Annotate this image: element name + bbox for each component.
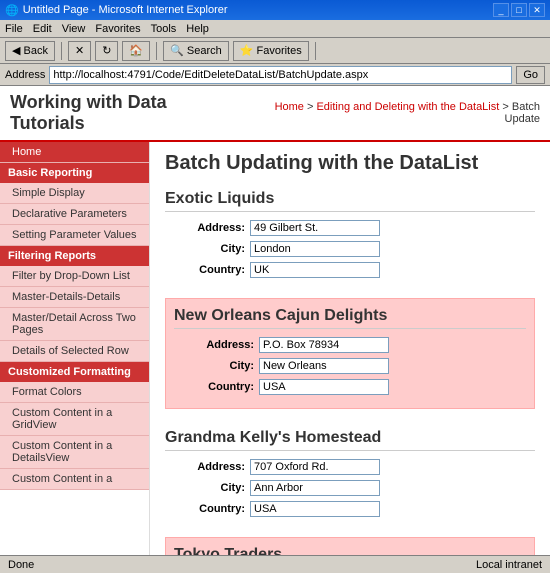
address-input-1[interactable]: [259, 337, 389, 353]
page-header: Working with Data Tutorials Home > Editi…: [0, 86, 550, 142]
address-input-2[interactable]: [250, 459, 380, 475]
address-row-2: Address:: [165, 459, 535, 475]
sidebar-section-customized-formatting: Customized Formatting: [0, 362, 149, 382]
page-body: Home Basic Reporting Simple Display Decl…: [0, 142, 550, 555]
search-button[interactable]: 🔍 Search: [163, 41, 229, 61]
sidebar-item-setting-parameter-values[interactable]: Setting Parameter Values: [0, 225, 149, 246]
browser-icon: 🌐: [5, 4, 19, 17]
menu-favorites[interactable]: Favorites: [95, 23, 140, 35]
breadcrumb-separator: >: [502, 101, 511, 113]
supplier-section-grandma-kellys: Grandma Kelly's Homestead Address: City:…: [165, 429, 535, 517]
country-label-0: Country:: [185, 264, 250, 276]
browser-toolbar: ◀ Back ✕ ↻ 🏠 🔍 Search ⭐ Favorites: [0, 38, 550, 64]
sidebar-item-custom-content-extra[interactable]: Custom Content in a: [0, 469, 149, 490]
sidebar-item-details-selected-row[interactable]: Details of Selected Row: [0, 341, 149, 362]
sidebar-item-format-colors[interactable]: Format Colors: [0, 382, 149, 403]
back-button[interactable]: ◀ Back: [5, 41, 55, 61]
sidebar-section-filtering-reports: Filtering Reports: [0, 246, 149, 266]
toolbar-separator: [61, 42, 62, 60]
breadcrumb-home[interactable]: Home: [275, 101, 304, 113]
city-row-0: City:: [165, 241, 535, 257]
address-label: Address: [5, 69, 45, 81]
supplier-section-exotic-liquids: Exotic Liquids Address: City: Country:: [165, 190, 535, 278]
city-input-1[interactable]: [259, 358, 389, 374]
supplier-name-3: Tokyo Traders: [174, 546, 526, 555]
minimize-button[interactable]: _: [493, 3, 509, 17]
sidebar-item-master-detail-across[interactable]: Master/Detail Across Two Pages: [0, 308, 149, 341]
breadcrumb-section[interactable]: Editing and Deleting with the DataList: [316, 101, 499, 113]
sidebar-item-declarative-parameters[interactable]: Declarative Parameters: [0, 204, 149, 225]
supplier-section-new-orleans: New Orleans Cajun Delights Address: City…: [165, 298, 535, 409]
toolbar-separator3: [315, 42, 316, 60]
city-label-1: City:: [194, 360, 259, 372]
city-row-1: City:: [174, 358, 526, 374]
country-row-1: Country:: [174, 379, 526, 395]
supplier-name-1: New Orleans Cajun Delights: [174, 307, 526, 329]
address-label-2: Address:: [185, 461, 250, 473]
sidebar-item-custom-content-detailsview[interactable]: Custom Content in a DetailsView: [0, 436, 149, 469]
favorites-button[interactable]: ⭐ Favorites: [233, 41, 309, 61]
city-label-2: City:: [185, 482, 250, 494]
stop-button[interactable]: ✕: [68, 41, 91, 61]
menu-file[interactable]: File: [5, 23, 23, 35]
go-button[interactable]: Go: [516, 66, 545, 84]
window-controls[interactable]: _ □ ✕: [493, 3, 545, 17]
city-input-2[interactable]: [250, 480, 380, 496]
city-row-2: City:: [165, 480, 535, 496]
sidebar-item-filter-dropdown[interactable]: Filter by Drop-Down List: [0, 266, 149, 287]
toolbar-separator2: [156, 42, 157, 60]
maximize-button[interactable]: □: [511, 3, 527, 17]
country-input-1[interactable]: [259, 379, 389, 395]
page-wrapper: Working with Data Tutorials Home > Editi…: [0, 86, 550, 555]
close-button[interactable]: ✕: [529, 3, 545, 17]
address-label-1: Address:: [194, 339, 259, 351]
menu-help[interactable]: Help: [186, 23, 209, 35]
country-label-1: Country:: [194, 381, 259, 393]
sidebar-section-basic-reporting: Basic Reporting: [0, 163, 149, 183]
address-label-0: Address:: [185, 222, 250, 234]
address-row-1: Address:: [174, 337, 526, 353]
sidebar-item-simple-display[interactable]: Simple Display: [0, 183, 149, 204]
menu-tools[interactable]: Tools: [151, 23, 177, 35]
country-row-2: Country:: [165, 501, 535, 517]
supplier-name-2: Grandma Kelly's Homestead: [165, 429, 535, 451]
status-bar: Done Local intranet: [0, 555, 550, 573]
sidebar-item-home[interactable]: Home: [0, 142, 149, 163]
sidebar: Home Basic Reporting Simple Display Decl…: [0, 142, 150, 555]
window-title: Untitled Page - Microsoft Internet Explo…: [23, 4, 228, 16]
refresh-button[interactable]: ↻: [95, 41, 118, 61]
page-title: Batch Updating with the DataList: [165, 152, 535, 175]
sidebar-item-master-details[interactable]: Master-Details-Details: [0, 287, 149, 308]
country-input-2[interactable]: [250, 501, 380, 517]
address-row-0: Address:: [165, 220, 535, 236]
sidebar-item-custom-content-gridview[interactable]: Custom Content in a GridView: [0, 403, 149, 436]
menu-bar: File Edit View Favorites Tools Help: [0, 20, 550, 38]
site-title: Working with Data Tutorials: [10, 92, 242, 134]
home-button[interactable]: 🏠: [122, 41, 150, 61]
main-content: Batch Updating with the DataList Exotic …: [150, 142, 550, 555]
menu-view[interactable]: View: [62, 23, 86, 35]
country-label-2: Country:: [185, 503, 250, 515]
menu-edit[interactable]: Edit: [33, 23, 52, 35]
breadcrumb: Home > Editing and Deleting with the Dat…: [242, 101, 540, 125]
title-bar: 🌐 Untitled Page - Microsoft Internet Exp…: [0, 0, 550, 20]
country-row-0: Country:: [165, 262, 535, 278]
city-input-0[interactable]: [250, 241, 380, 257]
address-input[interactable]: [49, 66, 512, 84]
supplier-name-0: Exotic Liquids: [165, 190, 535, 212]
country-input-0[interactable]: [250, 262, 380, 278]
address-bar: Address Go: [0, 64, 550, 86]
address-input-0[interactable]: [250, 220, 380, 236]
status-zone: Local intranet: [476, 559, 542, 571]
status-text: Done: [8, 559, 34, 571]
city-label-0: City:: [185, 243, 250, 255]
supplier-section-tokyo-traders: Tokyo Traders Address: City: Country:: [165, 537, 535, 555]
